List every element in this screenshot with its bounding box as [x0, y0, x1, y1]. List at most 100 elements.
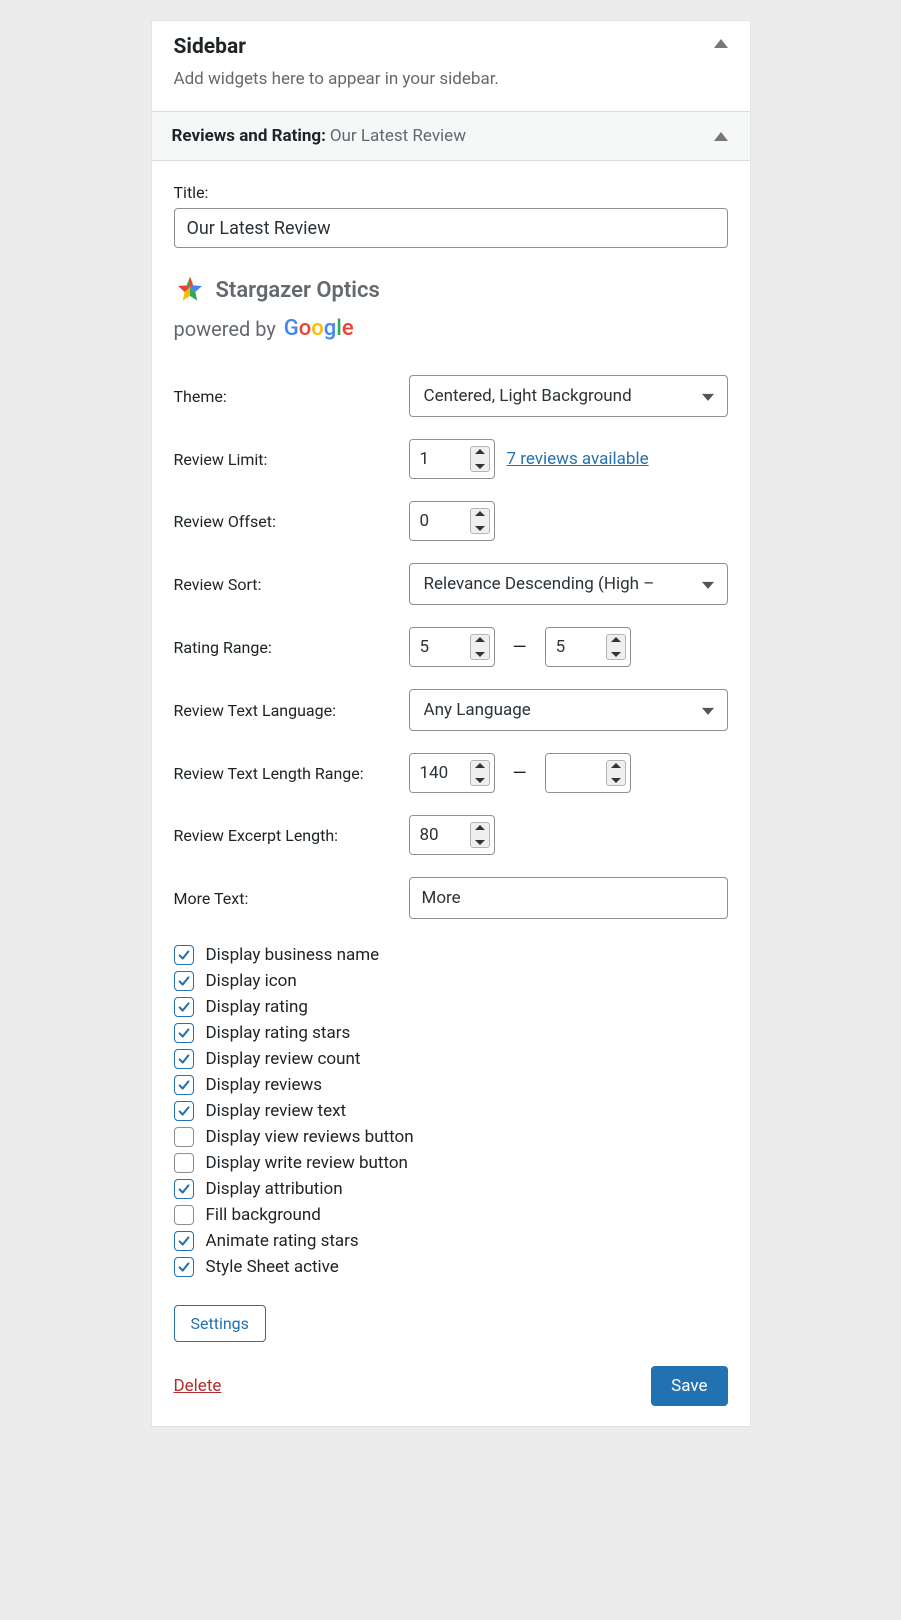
widget-body: Title: Stargazer Optics powered by Googl…: [152, 161, 750, 1426]
sidebar-title: Sidebar: [174, 35, 728, 59]
spinner-icon[interactable]: [470, 634, 490, 660]
checkbox-label: Fill background: [206, 1205, 321, 1225]
checkbox-row: Fill background: [174, 1205, 728, 1225]
review-sort-select-wrap: Relevance Descending (High –: [409, 563, 728, 605]
spinner-icon[interactable]: [470, 822, 490, 848]
google-logo: Google: [284, 316, 354, 341]
checkmark-icon: [177, 974, 191, 988]
checkbox[interactable]: [174, 945, 194, 965]
sidebar-description: Add widgets here to appear in your sideb…: [174, 69, 728, 89]
checkbox[interactable]: [174, 971, 194, 991]
checkbox[interactable]: [174, 1179, 194, 1199]
checkbox-label: Display rating stars: [206, 1023, 351, 1043]
review-limit-input[interactable]: [409, 439, 495, 479]
powered-by-row: powered by Google: [174, 316, 728, 341]
business-name: Stargazer Optics: [216, 278, 380, 303]
checkbox-row: Display review text: [174, 1101, 728, 1121]
sidebar-header: Sidebar Add widgets here to appear in yo…: [152, 21, 750, 111]
range-dash: —: [507, 637, 533, 658]
checkbox-label: Display attribution: [206, 1179, 343, 1199]
checkbox-row: Style Sheet active: [174, 1257, 728, 1277]
checkbox-list: Display business name Display icon Display…: [174, 945, 728, 1277]
widget-container: Reviews and Rating: Our Latest Review Ti…: [152, 111, 750, 1426]
checkbox[interactable]: [174, 1049, 194, 1069]
checkbox-label: Display review count: [206, 1049, 361, 1069]
collapse-sidebar-icon[interactable]: [714, 39, 728, 48]
widget-footer: Delete Save: [174, 1366, 728, 1406]
checkbox-label: Display write review button: [206, 1153, 408, 1173]
business-brand-row: Stargazer Optics: [174, 274, 728, 306]
sidebar-panel: Sidebar Add widgets here to appear in yo…: [151, 20, 751, 1427]
delete-link[interactable]: Delete: [174, 1376, 222, 1396]
save-button[interactable]: Save: [651, 1366, 727, 1406]
collapse-widget-icon[interactable]: [714, 132, 728, 141]
star-logo-icon: [174, 274, 206, 306]
spinner-icon[interactable]: [470, 760, 490, 786]
reviews-available-link[interactable]: 7 reviews available: [507, 449, 649, 469]
review-limit-label: Review Limit:: [174, 450, 409, 469]
checkbox[interactable]: [174, 1075, 194, 1095]
checkbox-label: Display rating: [206, 997, 308, 1017]
checkbox[interactable]: [174, 1127, 194, 1147]
checkmark-icon: [177, 1026, 191, 1040]
checkbox-row: Display write review button: [174, 1153, 728, 1173]
spinner-icon[interactable]: [470, 446, 490, 472]
checkbox-label: Display icon: [206, 971, 297, 991]
checkbox-row: Display rating: [174, 997, 728, 1017]
checkbox[interactable]: [174, 997, 194, 1017]
review-lang-select[interactable]: Any Language: [409, 689, 728, 731]
checkbox[interactable]: [174, 1257, 194, 1277]
checkbox-row: Display view reviews button: [174, 1127, 728, 1147]
checkbox[interactable]: [174, 1101, 194, 1121]
widget-name: Reviews and Rating:: [172, 126, 326, 146]
checkbox[interactable]: [174, 1205, 194, 1225]
review-offset-input[interactable]: [409, 501, 495, 541]
checkmark-icon: [177, 1182, 191, 1196]
checkbox-row: Display business name: [174, 945, 728, 965]
checkbox-row: Animate rating stars: [174, 1231, 728, 1251]
checkbox[interactable]: [174, 1153, 194, 1173]
review-sort-label: Review Sort:: [174, 575, 409, 594]
title-input[interactable]: [174, 208, 728, 248]
text-len-label: Review Text Length Range:: [174, 764, 409, 783]
rating-range-min-input[interactable]: [409, 627, 495, 667]
rating-range-max-input[interactable]: [545, 627, 631, 667]
checkbox[interactable]: [174, 1231, 194, 1251]
text-len-min-input[interactable]: [409, 753, 495, 793]
theme-select-wrap: Centered, Light Background: [409, 375, 728, 417]
checkmark-icon: [177, 1052, 191, 1066]
text-len-max-input[interactable]: [545, 753, 631, 793]
excerpt-label: Review Excerpt Length:: [174, 826, 409, 845]
rating-range-label: Rating Range:: [174, 638, 409, 657]
settings-button[interactable]: Settings: [174, 1305, 266, 1342]
spinner-icon[interactable]: [606, 760, 626, 786]
checkmark-icon: [177, 1234, 191, 1248]
review-offset-label: Review Offset:: [174, 512, 409, 531]
checkbox[interactable]: [174, 1023, 194, 1043]
checkmark-icon: [177, 948, 191, 962]
review-lang-label: Review Text Language:: [174, 701, 409, 720]
theme-select[interactable]: Centered, Light Background: [409, 375, 728, 417]
checkmark-icon: [177, 1000, 191, 1014]
more-text-input[interactable]: [409, 877, 728, 919]
spinner-icon[interactable]: [606, 634, 626, 660]
theme-label: Theme:: [174, 387, 409, 406]
checkbox-row: Display rating stars: [174, 1023, 728, 1043]
checkbox-label: Animate rating stars: [206, 1231, 359, 1251]
widget-header[interactable]: Reviews and Rating: Our Latest Review: [152, 111, 750, 161]
checkbox-label: Display reviews: [206, 1075, 323, 1095]
review-sort-select[interactable]: Relevance Descending (High –: [409, 563, 728, 605]
powered-by-text: powered by: [174, 317, 276, 341]
excerpt-input[interactable]: [409, 815, 495, 855]
review-lang-select-wrap: Any Language: [409, 689, 728, 731]
checkmark-icon: [177, 1078, 191, 1092]
checkmark-icon: [177, 1260, 191, 1274]
checkbox-row: Display icon: [174, 971, 728, 991]
checkbox-row: Display attribution: [174, 1179, 728, 1199]
title-label: Title:: [174, 183, 728, 202]
checkbox-row: Display reviews: [174, 1075, 728, 1095]
checkbox-label: Display business name: [206, 945, 380, 965]
spinner-icon[interactable]: [470, 508, 490, 534]
more-text-label: More Text:: [174, 889, 409, 908]
checkmark-icon: [177, 1104, 191, 1118]
